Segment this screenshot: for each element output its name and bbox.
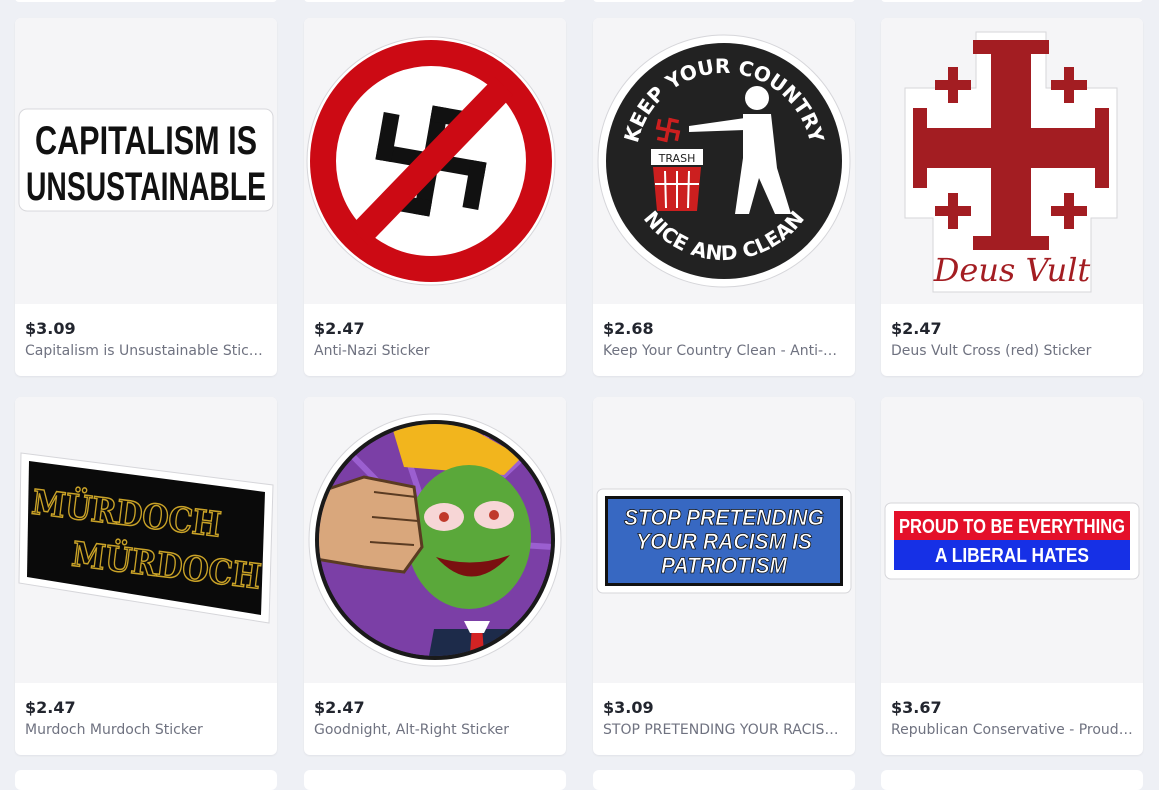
card-partial-top bbox=[881, 0, 1143, 2]
sticker-text: Deus Vult bbox=[933, 251, 1091, 289]
product-card[interactable]: KEEP YOUR COUNTRY NICE AND CLEAN TRASH $… bbox=[593, 18, 855, 376]
card-partial-bottom bbox=[304, 770, 566, 790]
product-title[interactable]: Keep Your Country Clean - Anti-Nazi Stic… bbox=[603, 343, 845, 359]
product-image[interactable]: CAPITALISM IS UNSUSTAINABLE bbox=[15, 18, 277, 304]
product-price: $3.09 bbox=[25, 319, 76, 338]
product-title[interactable]: Goodnight, Alt-Right Sticker bbox=[314, 722, 556, 738]
card-partial-top bbox=[593, 0, 855, 2]
product-title[interactable]: Deus Vult Cross (red) Sticker bbox=[891, 343, 1133, 359]
product-card[interactable]: $2.47 Anti-Nazi Sticker bbox=[304, 18, 566, 376]
product-card[interactable]: MÜRDOCH MÜRDOCH $2.47 Murdoch Murdoch St… bbox=[15, 397, 277, 755]
product-card[interactable]: $2.47 Goodnight, Alt-Right Sticker bbox=[304, 397, 566, 755]
product-image[interactable]: MÜRDOCH MÜRDOCH bbox=[15, 397, 277, 683]
sticker-text: UNSUSTAINABLE bbox=[26, 165, 266, 209]
product-card[interactable]: CAPITALISM IS UNSUSTAINABLE $3.09 Capita… bbox=[15, 18, 277, 376]
product-image[interactable]: Deus Vult bbox=[881, 18, 1143, 304]
sticker-text: PROUD TO BE EVERYTHING bbox=[899, 516, 1125, 538]
product-price: $3.67 bbox=[891, 698, 942, 717]
card-partial-bottom bbox=[593, 770, 855, 790]
product-price: $2.47 bbox=[25, 698, 76, 717]
product-price: $2.47 bbox=[891, 319, 942, 338]
product-title[interactable]: Republican Conservative - Proud To Be Ev… bbox=[891, 722, 1133, 738]
card-partial-bottom bbox=[881, 770, 1143, 790]
product-title[interactable]: Capitalism is Unsustainable Sticker bbox=[25, 343, 267, 359]
product-price: $2.68 bbox=[603, 319, 654, 338]
product-image[interactable]: STOP PRETENDING YOUR RACISM IS PATRIOTIS… bbox=[593, 397, 855, 683]
card-partial-top bbox=[304, 0, 566, 2]
product-image[interactable]: PROUD TO BE EVERYTHING A LIBERAL HATES bbox=[881, 397, 1143, 683]
product-image[interactable]: KEEP YOUR COUNTRY NICE AND CLEAN TRASH bbox=[593, 18, 855, 304]
product-price: $2.47 bbox=[314, 319, 365, 338]
product-card[interactable]: Deus Vult $2.47 Deus Vult Cross (red) St… bbox=[881, 18, 1143, 376]
sticker-text: A LIBERAL HATES bbox=[935, 545, 1089, 567]
sticker-text: PATRIOTISM bbox=[661, 553, 788, 578]
product-price: $2.47 bbox=[314, 698, 365, 717]
trash-can-icon: TRASH bbox=[651, 149, 703, 211]
sticker-text: YOUR RACISM IS bbox=[636, 529, 812, 554]
sticker-text: STOP PRETENDING bbox=[624, 505, 824, 530]
card-partial-bottom bbox=[15, 770, 277, 790]
card-partial-top bbox=[15, 0, 277, 2]
product-card[interactable]: PROUD TO BE EVERYTHING A LIBERAL HATES $… bbox=[881, 397, 1143, 755]
product-title[interactable]: Murdoch Murdoch Sticker bbox=[25, 722, 267, 738]
product-price: $3.09 bbox=[603, 698, 654, 717]
product-title[interactable]: STOP PRETENDING YOUR RACISM IS PATRIOTIS… bbox=[603, 722, 845, 738]
product-title[interactable]: Anti-Nazi Sticker bbox=[314, 343, 556, 359]
product-image[interactable] bbox=[304, 18, 566, 304]
trash-label: TRASH bbox=[658, 152, 696, 165]
product-card[interactable]: STOP PRETENDING YOUR RACISM IS PATRIOTIS… bbox=[593, 397, 855, 755]
sticker-text: CAPITALISM IS bbox=[35, 119, 257, 163]
product-image[interactable] bbox=[304, 397, 566, 683]
